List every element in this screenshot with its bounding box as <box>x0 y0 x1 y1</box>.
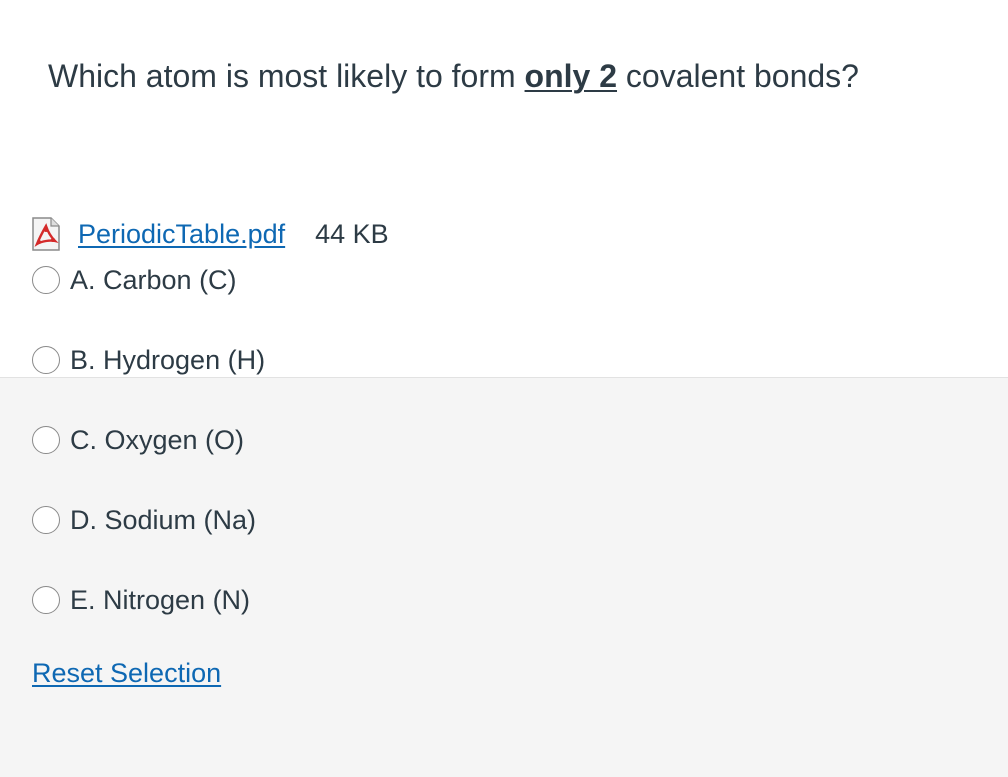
attachment-size: 44 KB <box>315 218 389 249</box>
answer-label: E. Nitrogen (N) <box>70 584 251 615</box>
question-text: Which atom is most likely to form only 2… <box>48 56 859 96</box>
answer-option-c[interactable]: C. Oxygen (O) <box>32 422 244 458</box>
radio-button[interactable] <box>32 266 60 294</box>
answer-label: B. Hydrogen (H) <box>70 344 266 375</box>
answer-option-b[interactable]: B. Hydrogen (H) <box>32 342 265 378</box>
answer-option-d[interactable]: D. Sodium (Na) <box>32 502 256 538</box>
reset-selection-link[interactable]: Reset Selection <box>32 658 221 689</box>
question-prefix: Which atom is most likely to form <box>48 58 525 94</box>
answer-label: A. Carbon (C) <box>70 264 237 295</box>
attachment-link[interactable]: PeriodicTable.pdf <box>78 219 285 250</box>
radio-button[interactable] <box>32 586 60 614</box>
question-emphasis: only 2 <box>524 58 618 94</box>
answer-option-e[interactable]: E. Nitrogen (N) <box>32 582 250 618</box>
answer-label: D. Sodium (Na) <box>70 504 257 535</box>
radio-button[interactable] <box>32 426 60 454</box>
answer-option-a[interactable]: A. Carbon (C) <box>32 262 237 298</box>
radio-button[interactable] <box>32 346 60 374</box>
answer-label: C. Oxygen (O) <box>70 424 245 455</box>
pdf-file-icon[interactable] <box>32 217 60 251</box>
radio-button[interactable] <box>32 506 60 534</box>
question-suffix: covalent bonds? <box>617 58 859 94</box>
attachment: PeriodicTable.pdf 44 KB <box>32 216 389 252</box>
